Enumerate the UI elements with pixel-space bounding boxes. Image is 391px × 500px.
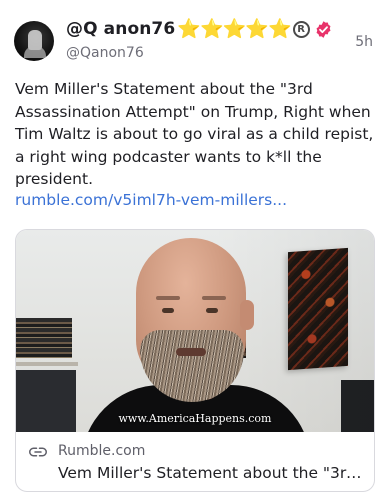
speaker-brow-left (156, 296, 180, 300)
verified-badge-icon (316, 20, 331, 38)
speaker-mouth (176, 348, 206, 356)
name-emoji-run: ⭐ ⭐ ⭐ ⭐ ⭐ R (177, 17, 310, 40)
link-preview-card[interactable]: www.AmericaHappens.com Rumble.com Vem Mi… (15, 229, 375, 492)
card-domain: Rumble.com (58, 443, 146, 459)
star-icon: ⭐ (267, 17, 292, 40)
star-icon: ⭐ (199, 17, 224, 40)
speaker-eye-left (162, 308, 174, 313)
registered-icon: R (292, 20, 310, 38)
star-icon: ⭐ (245, 17, 269, 40)
video-watermark: www.AmericaHappens.com (118, 412, 272, 425)
card-footer[interactable]: Rumble.com Vem Miller's Statement about … (16, 432, 374, 491)
post-text: Vem Miller's Statement about the "3rd As… (15, 80, 374, 188)
star-icon: ⭐ (222, 17, 247, 40)
author-display-name[interactable]: @Q anon76 (66, 19, 175, 39)
author-name-row[interactable]: @Q anon76 ⭐ ⭐ ⭐ ⭐ ⭐ R (66, 19, 333, 39)
post[interactable]: @Q anon76 ⭐ ⭐ ⭐ ⭐ ⭐ R @Qanon76 5h Vem Mi… (0, 0, 391, 500)
speaker-eye-right (206, 308, 218, 313)
speaker-ear (240, 300, 254, 330)
star-icon: ⭐ (177, 17, 201, 40)
post-link[interactable]: rumble.com/v5iml7h-vem-millers... (15, 191, 287, 209)
post-timestamp[interactable]: 5h (355, 34, 373, 50)
card-title[interactable]: Vem Miller's Statement about the "3rd... (58, 464, 366, 482)
video-thumbnail[interactable]: www.AmericaHappens.com (16, 230, 374, 432)
speaker-brow-right (202, 296, 226, 300)
avatar-figure-shoulders (24, 46, 46, 58)
link-icon (29, 447, 47, 457)
avatar[interactable] (14, 21, 54, 61)
author-handle[interactable]: @Qanon76 (66, 45, 144, 61)
